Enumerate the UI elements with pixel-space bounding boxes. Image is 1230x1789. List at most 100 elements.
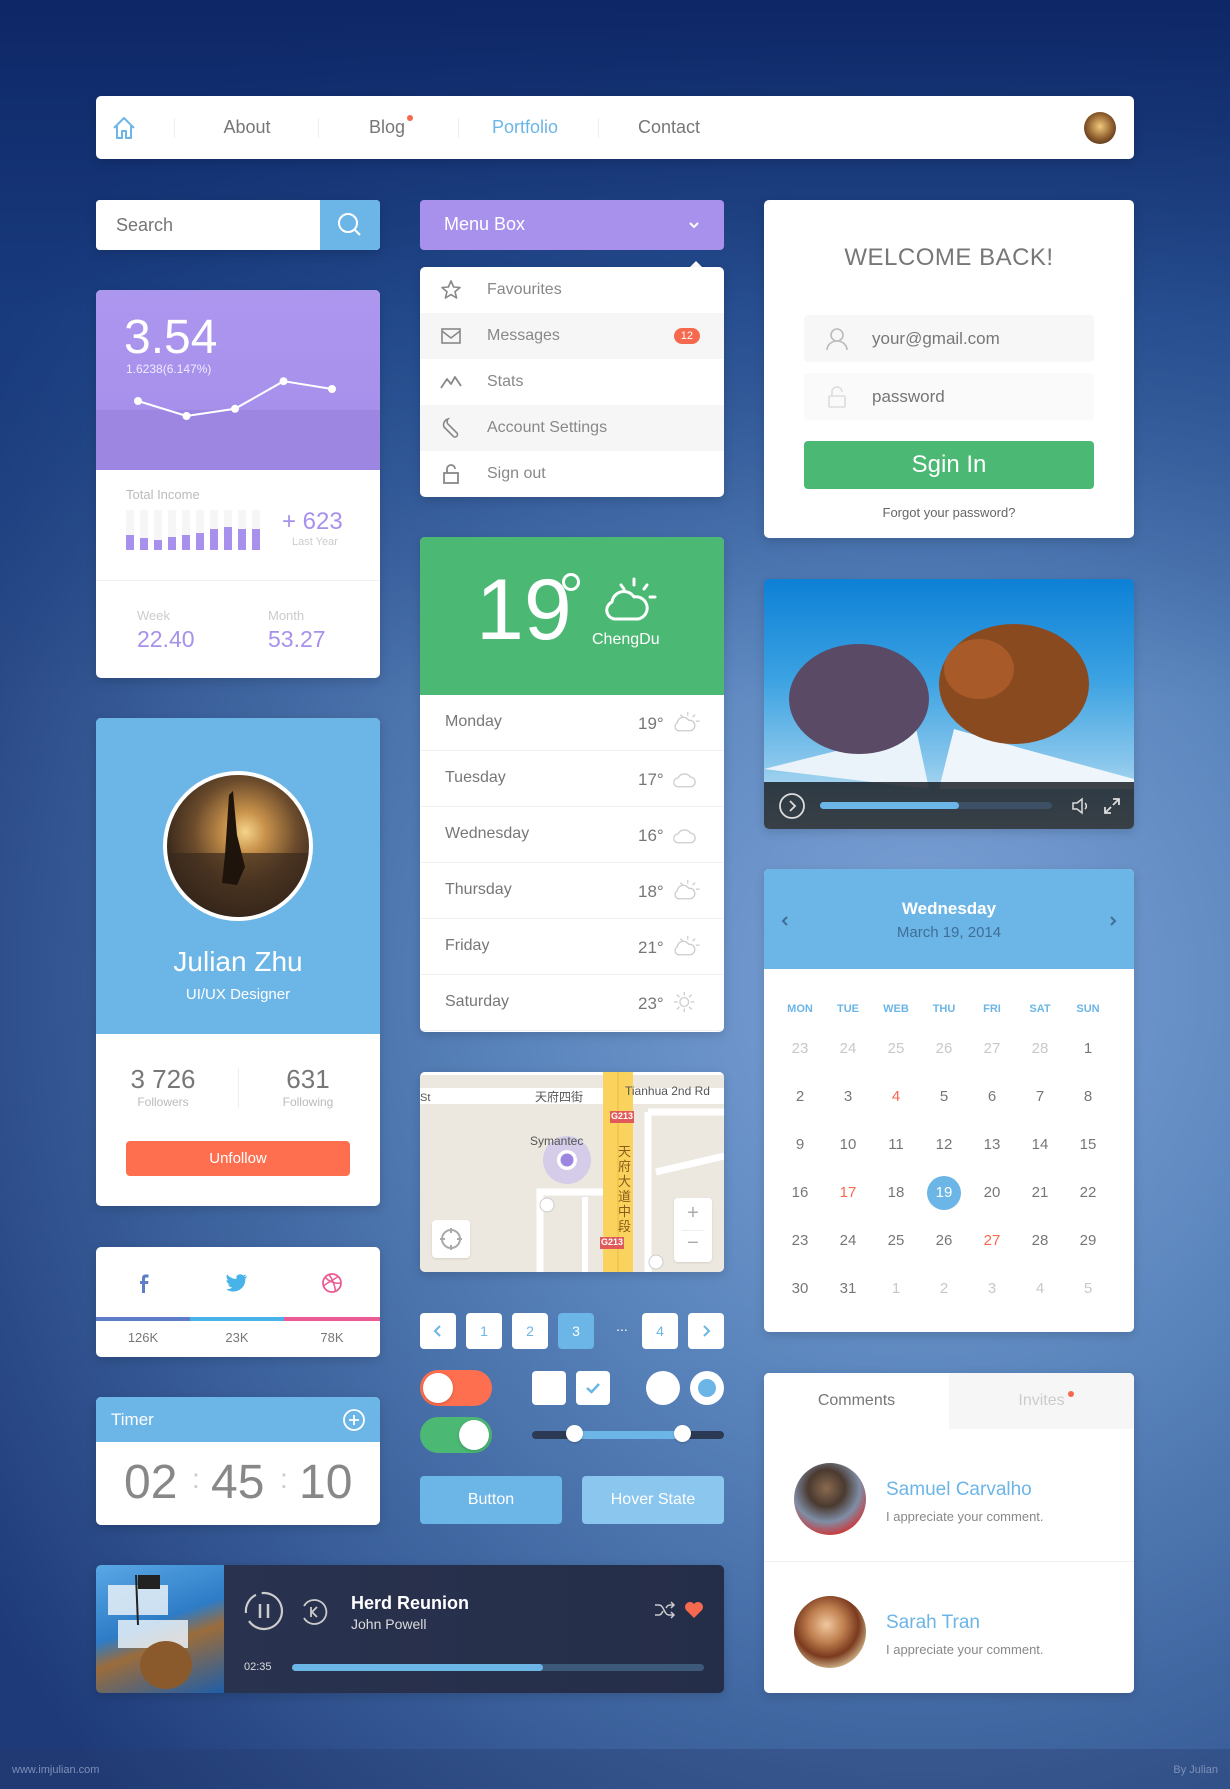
commenter-name[interactable]: Samuel Carvalho (886, 1479, 1032, 1501)
pagination-page[interactable]: 2 (512, 1313, 548, 1349)
calendar-day[interactable]: 9 (776, 1128, 824, 1162)
nav-portfolio[interactable]: Portfolio (470, 96, 580, 159)
radio-unselected[interactable] (646, 1371, 680, 1405)
calendar-day[interactable]: 18 (872, 1176, 920, 1210)
radio-selected[interactable] (690, 1371, 724, 1405)
calendar-day[interactable]: 31 (824, 1272, 872, 1306)
search-input[interactable] (96, 200, 320, 250)
commenter-name[interactable]: Sarah Tran (886, 1612, 980, 1634)
calendar-day[interactable]: 27 (968, 1032, 1016, 1066)
calendar-day[interactable]: 6 (968, 1080, 1016, 1114)
menu-box-dropdown[interactable]: Menu Box (420, 200, 724, 250)
menu-item-stats[interactable]: Stats (420, 359, 724, 405)
social-facebook[interactable]: 126K (96, 1247, 190, 1357)
video-player[interactable] (764, 579, 1134, 829)
calendar-day[interactable]: 16 (776, 1176, 824, 1210)
calendar-day[interactable]: 28 (1016, 1032, 1064, 1066)
home-icon[interactable] (110, 114, 138, 142)
heart-icon[interactable] (684, 1601, 704, 1619)
sign-in-button[interactable]: Sgin In (804, 441, 1094, 489)
calendar-day[interactable]: 21 (1016, 1176, 1064, 1210)
calendar-day[interactable]: 1 (1064, 1032, 1112, 1066)
pagination-page[interactable]: 1 (466, 1313, 502, 1349)
social-twitter[interactable]: 23K (190, 1247, 284, 1357)
nav-contact[interactable]: Contact (614, 96, 724, 159)
range-handle-high[interactable] (673, 1425, 691, 1442)
calendar-day[interactable]: 24 (824, 1224, 872, 1258)
calendar-day[interactable]: 8 (1064, 1080, 1112, 1114)
search-button[interactable] (320, 200, 380, 250)
user-avatar[interactable] (1084, 112, 1116, 144)
calendar-day[interactable]: 5 (1064, 1272, 1112, 1306)
calendar-next-icon[interactable] (1108, 915, 1118, 927)
calendar-day[interactable]: 7 (1016, 1080, 1064, 1114)
shuffle-icon[interactable] (654, 1601, 676, 1619)
calendar-day[interactable]: 27 (968, 1224, 1016, 1258)
password-input[interactable] (872, 373, 1082, 420)
tab-invites[interactable]: Invites (949, 1373, 1134, 1429)
calendar-day[interactable]: 29 (1064, 1224, 1112, 1258)
zoom-in-button[interactable]: + (674, 1202, 712, 1225)
calendar-day[interactable]: 2 (920, 1272, 968, 1306)
calendar-day[interactable]: 12 (920, 1128, 968, 1162)
checkbox-checked[interactable] (576, 1371, 610, 1405)
calendar-day[interactable]: 25 (872, 1032, 920, 1066)
footer-website[interactable]: www.imjulian.com (12, 1764, 99, 1776)
calendar-day[interactable]: 28 (1016, 1224, 1064, 1258)
calendar-day[interactable]: 15 (1064, 1128, 1112, 1162)
menu-item-favourites[interactable]: Favourites (420, 267, 724, 313)
calendar-day[interactable]: 13 (968, 1128, 1016, 1162)
primary-button[interactable]: Button (420, 1476, 562, 1524)
pagination-prev[interactable] (420, 1313, 456, 1349)
calendar-day[interactable]: 26 (920, 1224, 968, 1258)
calendar-day[interactable]: 30 (776, 1272, 824, 1306)
play-icon[interactable] (778, 792, 806, 820)
calendar-day[interactable]: 20 (968, 1176, 1016, 1210)
comment-item[interactable]: Sarah Tran I appreciate your comment. (764, 1562, 1134, 1693)
calendar-day[interactable]: 17 (824, 1176, 872, 1210)
calendar-day[interactable]: 1 (872, 1272, 920, 1306)
toggle-off[interactable] (420, 1370, 492, 1406)
video-progress[interactable] (820, 802, 1052, 809)
toggle-on[interactable] (420, 1417, 492, 1453)
calendar-day[interactable]: 26 (920, 1032, 968, 1066)
hover-state-button[interactable]: Hover State (582, 1476, 724, 1524)
pause-icon[interactable] (244, 1591, 284, 1631)
nav-blog[interactable]: Blog (332, 96, 442, 159)
calendar-day[interactable]: 23 (776, 1224, 824, 1258)
forgot-password-link[interactable]: Forgot your password? (764, 505, 1134, 520)
calendar-day[interactable]: 2 (776, 1080, 824, 1114)
pagination-page-current[interactable]: 3 (558, 1313, 594, 1349)
calendar-day[interactable]: 25 (872, 1224, 920, 1258)
fullscreen-icon[interactable] (1102, 796, 1122, 816)
tab-comments[interactable]: Comments (764, 1373, 949, 1429)
skip-icon[interactable] (300, 1598, 328, 1626)
calendar-day[interactable]: 4 (1016, 1272, 1064, 1306)
calendar-day[interactable]: 24 (824, 1032, 872, 1066)
menu-item-sign-out[interactable]: Sign out (420, 451, 724, 497)
zoom-out-button[interactable]: − (674, 1232, 712, 1255)
social-dribbble[interactable]: 78K (284, 1247, 380, 1357)
nav-about[interactable]: About (192, 96, 302, 159)
menu-item-account-settings[interactable]: Account Settings (420, 405, 724, 451)
calendar-day[interactable]: 4 (872, 1080, 920, 1114)
checkbox-unchecked[interactable] (532, 1371, 566, 1405)
locate-button[interactable] (432, 1220, 470, 1258)
pagination-page[interactable]: 4 (642, 1313, 678, 1349)
comment-item[interactable]: Samuel Carvalho I appreciate your commen… (764, 1429, 1134, 1562)
map-widget[interactable]: 天府四街 Tianhua 2nd Rd Symantec 天府大道中段 G213… (420, 1072, 724, 1272)
calendar-day-selected[interactable]: 19 (920, 1176, 968, 1210)
email-input[interactable] (872, 315, 1082, 362)
unfollow-button[interactable]: Unfollow (126, 1141, 350, 1176)
calendar-day[interactable]: 3 (968, 1272, 1016, 1306)
calendar-day[interactable]: 5 (920, 1080, 968, 1114)
track-progress[interactable] (292, 1664, 704, 1671)
calendar-day[interactable]: 23 (776, 1032, 824, 1066)
add-circle-icon[interactable] (342, 1408, 366, 1432)
calendar-day[interactable]: 22 (1064, 1176, 1112, 1210)
pagination-next[interactable] (688, 1313, 724, 1349)
calendar-day[interactable]: 11 (872, 1128, 920, 1162)
calendar-day[interactable]: 10 (824, 1128, 872, 1162)
volume-icon[interactable] (1070, 796, 1090, 816)
calendar-day[interactable]: 3 (824, 1080, 872, 1114)
